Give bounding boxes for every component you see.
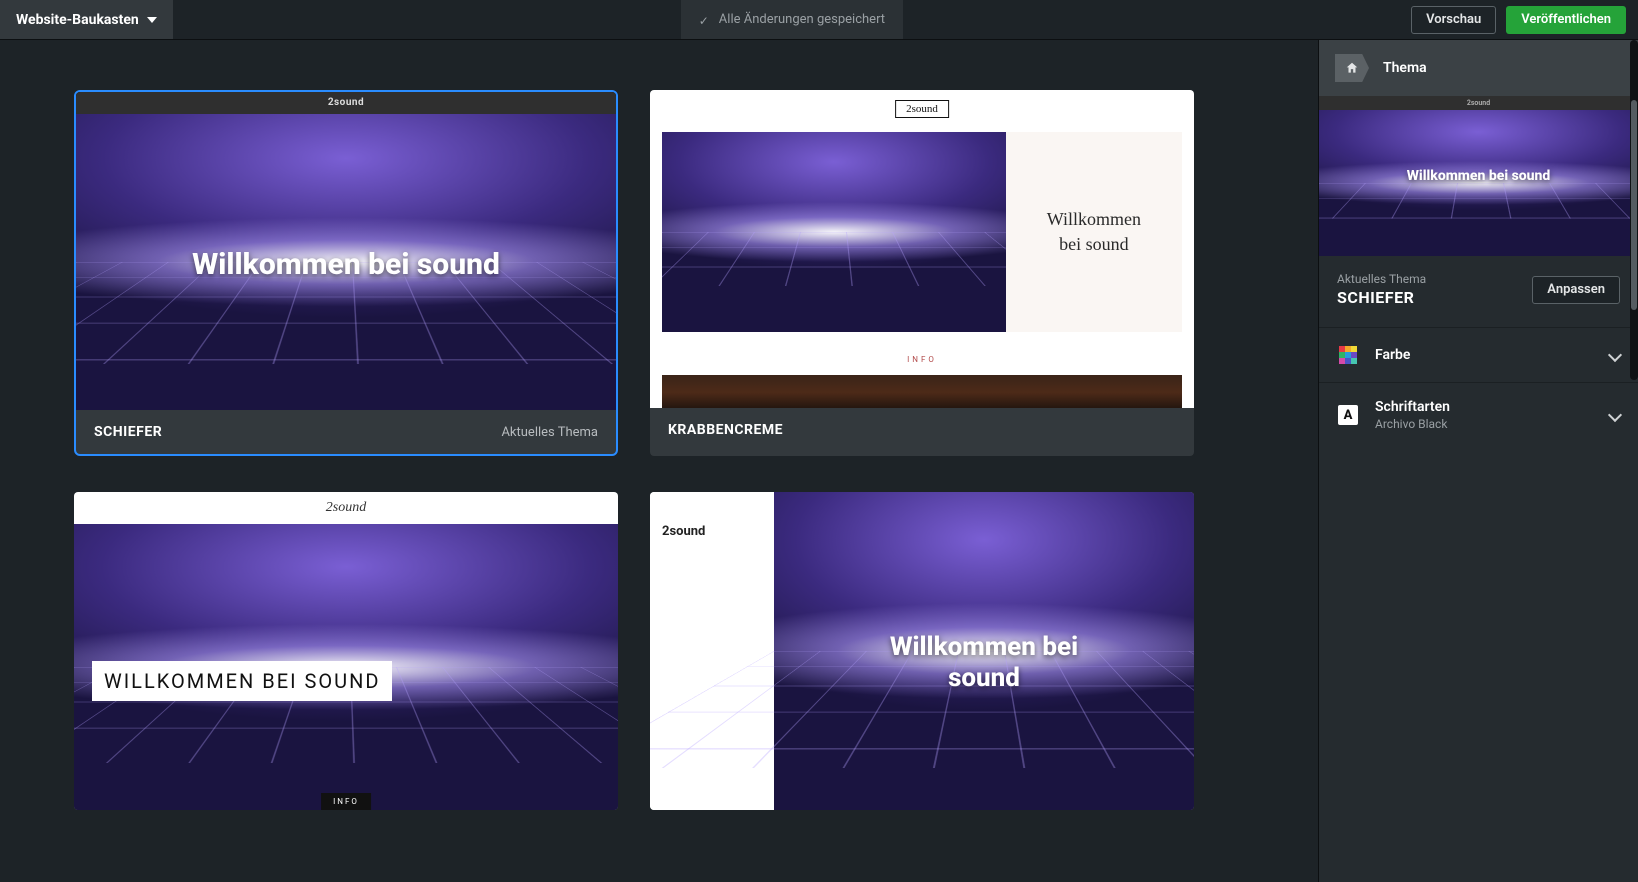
theme-name: KRABBENCREME bbox=[668, 422, 783, 438]
font-icon: A bbox=[1337, 404, 1359, 426]
sidepanel: Thema 2sound Willkommen bei sound Aktuel… bbox=[1318, 40, 1638, 882]
chevron-down-icon bbox=[1608, 408, 1622, 422]
theme-footer: KRABBENCREME bbox=[650, 408, 1194, 452]
preview-brand: 2sound bbox=[1319, 96, 1638, 110]
theme-preview: 2sound Willkommen bei sound bbox=[650, 492, 1194, 810]
preview-info-tag: INFO bbox=[321, 793, 371, 810]
preview-hero-line2: bei sound bbox=[1047, 232, 1141, 257]
space-bg: Willkommen bei sound bbox=[774, 492, 1194, 810]
preview-brand: 2sound bbox=[326, 500, 366, 516]
row-title: Farbe bbox=[1375, 347, 1594, 363]
theme-preview: 2sound Willkommen bei sound bbox=[76, 92, 616, 410]
current-theme-label: Aktuelles Thema bbox=[1337, 272, 1426, 286]
home-icon bbox=[1345, 61, 1359, 75]
preview-brand: 2sound bbox=[76, 92, 616, 114]
theme-preview: 2sound Willkommen bei sound bbox=[650, 90, 1194, 408]
scrollbar[interactable] bbox=[1630, 40, 1638, 380]
theme-preview: 2sound WILLKOMMEN BEI SOUND INFO bbox=[74, 492, 618, 810]
space-bg: WILLKOMMEN BEI SOUND INFO bbox=[74, 524, 618, 810]
topbar-actions: Vorschau Veröffentlichen bbox=[1411, 0, 1638, 39]
app-menu-dropdown[interactable]: Website-Baukasten bbox=[0, 0, 173, 39]
theme-grid: 2sound Willkommen bei sound SCHIEFER Akt… bbox=[74, 90, 1258, 810]
theme-card-schiefer[interactable]: 2sound Willkommen bei sound SCHIEFER Akt… bbox=[74, 90, 618, 456]
scrollbar-thumb[interactable] bbox=[1631, 100, 1637, 310]
breadcrumb-label: Thema bbox=[1383, 60, 1427, 76]
sidepanel-row-fonts[interactable]: A Schriftarten Archivo Black bbox=[1319, 382, 1638, 447]
theme-footer: SCHIEFER Aktuelles Thema bbox=[76, 410, 616, 454]
preview-hero-text: Willkommen bei sound bbox=[774, 632, 1194, 694]
preview-secondary-image bbox=[662, 375, 1182, 408]
spacer bbox=[173, 0, 681, 39]
current-theme-block: Aktuelles Thema SCHIEFER Anpassen bbox=[1319, 256, 1638, 327]
chevron-down-icon bbox=[1608, 348, 1622, 362]
preview-button[interactable]: Vorschau bbox=[1411, 6, 1496, 34]
preview-brand: 2sound bbox=[895, 100, 949, 118]
save-status-text: Alle Änderungen gespeichert bbox=[719, 12, 885, 27]
current-theme-preview: 2sound Willkommen bei sound bbox=[1319, 96, 1638, 256]
preview-hero-text: WILLKOMMEN BEI SOUND bbox=[92, 661, 392, 701]
save-status: Alle Änderungen gespeichert bbox=[681, 0, 903, 39]
chevron-down-icon bbox=[147, 17, 157, 23]
topbar: Website-Baukasten Alle Änderungen gespei… bbox=[0, 0, 1638, 40]
app-menu-label: Website-Baukasten bbox=[16, 12, 139, 28]
preview-brand: 2sound bbox=[662, 524, 762, 539]
breadcrumb: Thema bbox=[1319, 40, 1638, 96]
preview-hero-text: Willkommen bei sound bbox=[1319, 168, 1638, 184]
preview-hero-line2: sound bbox=[774, 663, 1194, 694]
preview-hero-text: Willkommen bei sound bbox=[76, 247, 616, 282]
theme-card-krabbencreme[interactable]: 2sound Willkommen bei sound bbox=[650, 90, 1194, 456]
main: 2sound Willkommen bei sound SCHIEFER Akt… bbox=[0, 40, 1638, 882]
preview-hero-text-block: Willkommen bei sound bbox=[1006, 132, 1182, 332]
publish-button[interactable]: Veröffentlichen bbox=[1506, 6, 1626, 34]
current-theme-name: SCHIEFER bbox=[1337, 288, 1426, 307]
theme-name: SCHIEFER bbox=[94, 424, 162, 440]
theme-card-4[interactable]: 2sound Willkommen bei sound bbox=[650, 492, 1194, 810]
preview-hero-line1: Willkommen bei bbox=[774, 632, 1194, 663]
theme-card-3[interactable]: 2sound WILLKOMMEN BEI SOUND INFO bbox=[74, 492, 618, 810]
color-swatch-icon bbox=[1337, 344, 1359, 366]
space-bg bbox=[662, 132, 1006, 332]
customize-button[interactable]: Anpassen bbox=[1532, 276, 1620, 304]
space-bg: Willkommen bei sound bbox=[76, 114, 616, 410]
check-icon bbox=[699, 14, 711, 26]
preview-info-label: INFO bbox=[907, 355, 937, 364]
spacer bbox=[903, 0, 1411, 39]
current-theme-badge: Aktuelles Thema bbox=[501, 425, 598, 440]
home-button[interactable] bbox=[1335, 54, 1369, 82]
preview-hero-line1: Willkommen bbox=[1047, 207, 1141, 232]
row-subtitle: Archivo Black bbox=[1375, 417, 1594, 431]
font-badge: A bbox=[1338, 405, 1358, 425]
theme-gallery: 2sound Willkommen bei sound SCHIEFER Akt… bbox=[0, 40, 1318, 882]
row-title: Schriftarten bbox=[1375, 399, 1594, 415]
sidepanel-row-color[interactable]: Farbe bbox=[1319, 327, 1638, 382]
